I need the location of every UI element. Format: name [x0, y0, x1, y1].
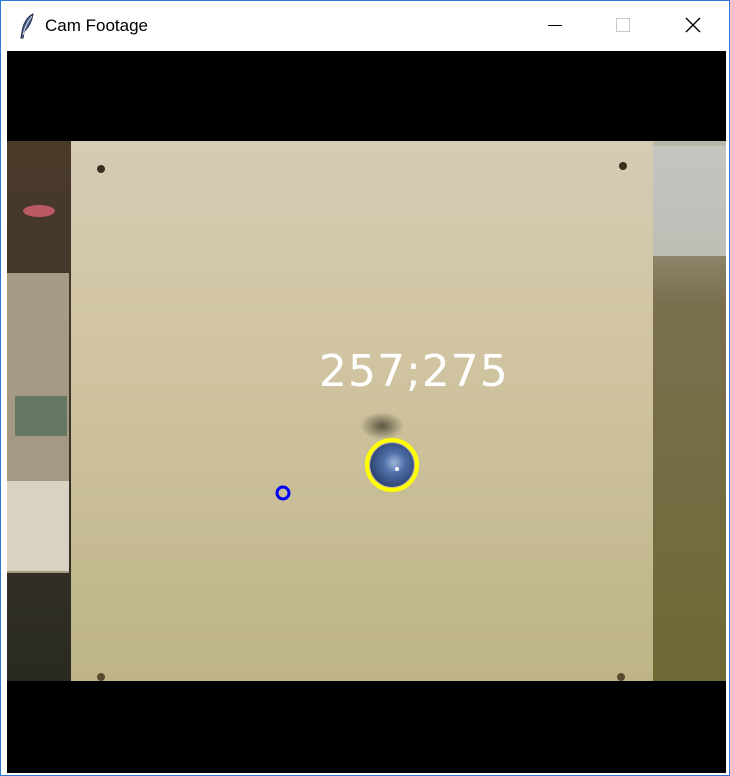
ball — [370, 443, 414, 487]
ball-highlight — [395, 467, 399, 471]
maximize-button[interactable] — [589, 1, 657, 49]
maximize-icon — [616, 18, 630, 32]
letterbox-top — [7, 51, 726, 141]
screw-hole — [617, 673, 625, 681]
letterbox-bottom — [7, 681, 726, 773]
screw-hole — [97, 673, 105, 681]
minimize-button[interactable] — [521, 1, 589, 49]
app-window: Cam Footage 257;275 — [0, 0, 730, 776]
close-button[interactable] — [659, 1, 727, 49]
minimize-icon — [548, 25, 562, 26]
title-bar[interactable]: Cam Footage — [1, 1, 729, 49]
ball-shadow — [360, 412, 404, 440]
close-icon — [685, 17, 701, 33]
red-light — [23, 205, 55, 217]
video-canvas: 257;275 — [7, 51, 726, 773]
game-board — [71, 141, 653, 681]
window-title: Cam Footage — [45, 16, 148, 35]
feather-icon — [20, 13, 34, 39]
screw-hole — [619, 162, 627, 170]
camera-frame — [7, 51, 726, 773]
coordinate-readout: 257;275 — [319, 346, 509, 397]
screw-hole — [97, 165, 105, 173]
